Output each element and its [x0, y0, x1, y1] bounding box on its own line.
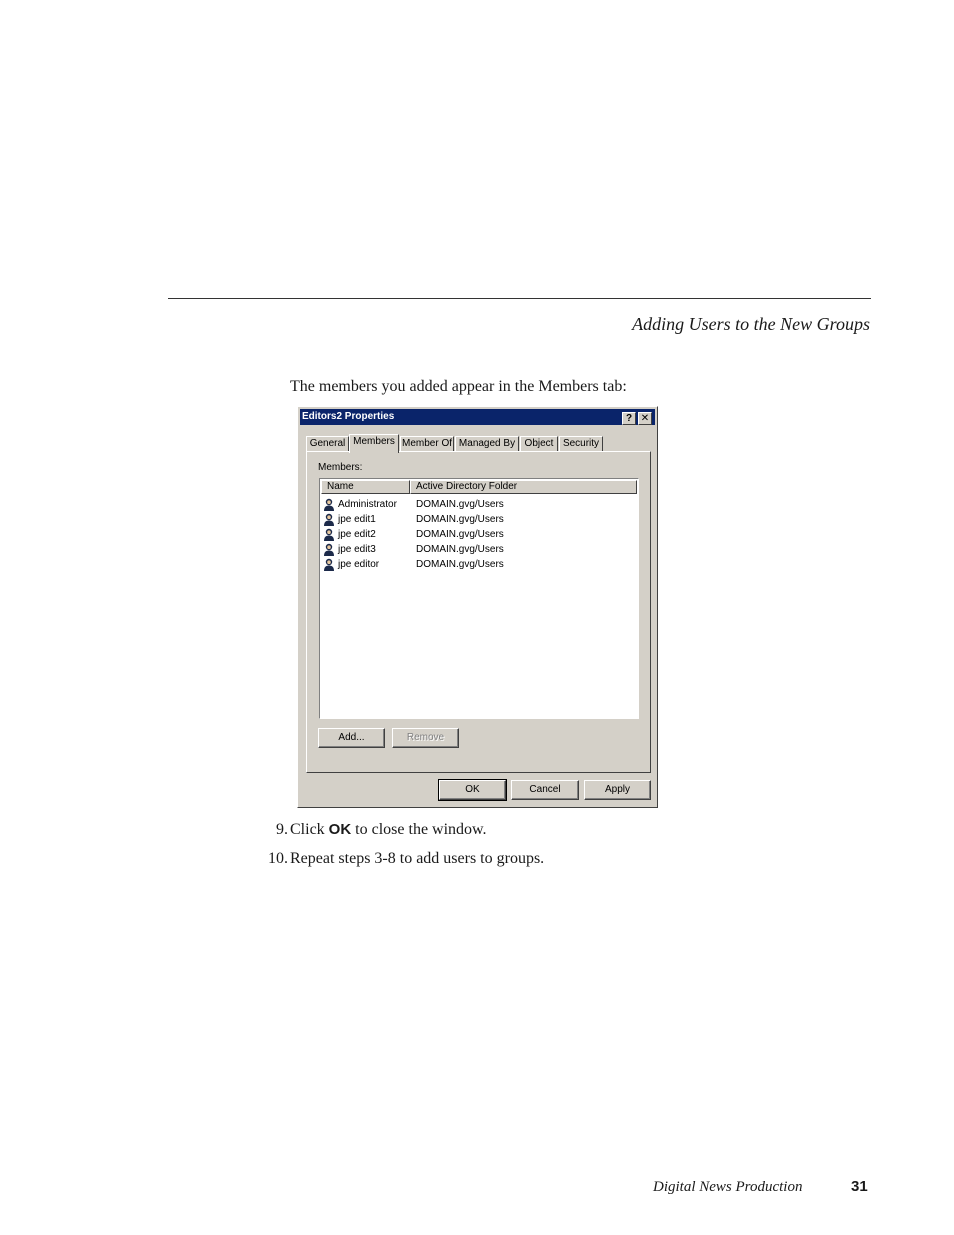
tab-security[interactable]: Security [559, 436, 603, 451]
close-icon: ✕ [640, 413, 650, 424]
page-number: 31 [851, 1178, 868, 1195]
step-text-after: to close the window. [351, 821, 487, 838]
close-button[interactable]: ✕ [638, 412, 652, 425]
member-folder: DOMAIN.gvg/Users [416, 559, 504, 570]
member-name: jpe edit3 [338, 544, 376, 555]
member-folder: DOMAIN.gvg/Users [416, 514, 504, 525]
user-icon [324, 528, 334, 541]
user-icon [324, 498, 334, 511]
members-list[interactable]: Name Active Directory Folder Administrat… [319, 478, 639, 719]
step-9: 9. Click OK to close the window. [260, 821, 487, 839]
step-number: 9. [276, 821, 288, 838]
members-label: Members: [318, 462, 363, 473]
add-button[interactable]: Add... [318, 728, 385, 748]
step-number: 10. [268, 850, 288, 867]
member-name: jpe edit2 [338, 529, 376, 540]
tab-member-of[interactable]: Member Of [400, 436, 454, 451]
step-10: 10. Repeat steps 3-8 to add users to grou… [260, 850, 544, 868]
list-header: Name Active Directory Folder [321, 480, 637, 494]
help-button[interactable]: ? [622, 412, 636, 425]
remove-button[interactable]: Remove [392, 728, 459, 748]
column-header-name[interactable]: Name [321, 480, 410, 494]
user-icon [324, 513, 334, 526]
tab-general[interactable]: General [306, 436, 349, 451]
tab-managed-by[interactable]: Managed By [455, 436, 519, 451]
step-text-before: Click [290, 821, 329, 838]
tab-members[interactable]: Members [349, 434, 399, 453]
section-title: Adding Users to the New Groups [632, 314, 870, 334]
step-text: Repeat steps 3-8 to add users to groups. [290, 850, 545, 867]
ok-button[interactable]: OK [438, 779, 507, 801]
dialog-title: Editors2 Properties [302, 411, 395, 422]
properties-dialog: Editors2 Properties ? ✕ General Members … [297, 406, 658, 808]
member-folder: DOMAIN.gvg/Users [416, 529, 504, 540]
footer-doc-title: Digital News Production [653, 1179, 803, 1195]
member-folder: DOMAIN.gvg/Users [416, 499, 504, 510]
help-icon: ? [625, 413, 633, 424]
member-name: Administrator [338, 499, 397, 510]
user-icon [324, 543, 334, 556]
dialog-title-bar[interactable]: Editors2 Properties ? ✕ [300, 409, 655, 425]
member-name: jpe editor [338, 559, 380, 570]
member-folder: DOMAIN.gvg/Users [416, 544, 504, 555]
tab-object[interactable]: Object [520, 436, 558, 451]
cancel-button[interactable]: Cancel [511, 780, 579, 800]
member-name: jpe edit1 [338, 514, 376, 525]
intro-text: The members you added appear in the Memb… [290, 378, 627, 395]
apply-button[interactable]: Apply [584, 780, 651, 800]
column-header-folder[interactable]: Active Directory Folder [410, 480, 637, 494]
header-rule [168, 298, 871, 299]
user-icon [324, 558, 334, 571]
step-bold: OK [328, 821, 352, 838]
